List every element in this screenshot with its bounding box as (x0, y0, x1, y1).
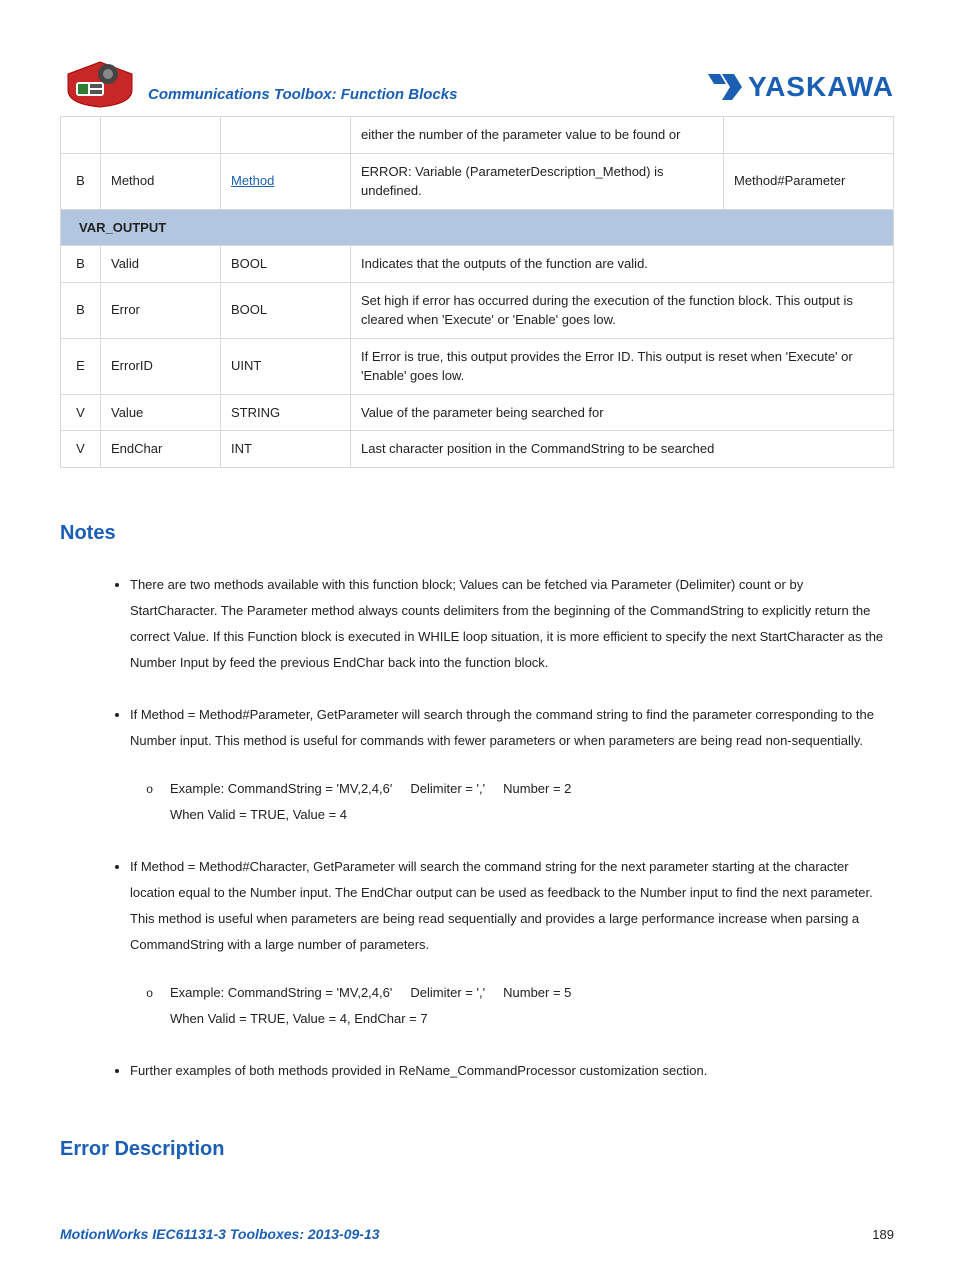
cell-type: BOOL (221, 246, 351, 283)
table-row: EErrorIDUINTIf Error is true, this outpu… (61, 338, 894, 394)
cell-desc: If Error is true, this output provides t… (351, 338, 894, 394)
cell-desc: Last character position in the CommandSt… (351, 431, 894, 468)
cell-default: Method#Parameter (724, 153, 894, 209)
page-footer: MotionWorks IEC61131-3 Toolboxes: 2013-0… (60, 1224, 894, 1245)
brand-logo: YASKAWA (708, 66, 894, 108)
cell-scope: B (61, 246, 101, 283)
cell-name (101, 117, 221, 154)
cell-type: Method (221, 153, 351, 209)
cell-type: INT (221, 431, 351, 468)
footer-title: MotionWorks IEC61131-3 Toolboxes: 2013-0… (60, 1224, 380, 1245)
note-text: If Method = Method#Parameter, GetParamet… (130, 707, 874, 748)
note-text: There are two methods available with thi… (130, 577, 883, 670)
table-section-header: VAR_OUTPUT (61, 209, 894, 246)
cell-scope (61, 117, 101, 154)
cell-type: STRING (221, 394, 351, 431)
list-item: If Method = Method#Parameter, GetParamet… (130, 702, 884, 828)
cell-scope: V (61, 394, 101, 431)
cell-desc: Set high if error has occurred during th… (351, 282, 894, 338)
cell-name: ErrorID (101, 338, 221, 394)
cell-name: EndChar (101, 431, 221, 468)
brand-text: YASKAWA (748, 66, 894, 108)
type-link[interactable]: Method (231, 173, 274, 188)
cell-desc: either the number of the parameter value… (351, 117, 724, 154)
cell-default (724, 117, 894, 154)
table-row: BErrorBOOLSet high if error has occurred… (61, 282, 894, 338)
cell-scope: E (61, 338, 101, 394)
cell-scope: B (61, 153, 101, 209)
cell-type: UINT (221, 338, 351, 394)
list-item: There are two methods available with thi… (130, 572, 884, 676)
notes-list: There are two methods available with thi… (60, 572, 894, 1084)
error-description-heading: Error Description (60, 1134, 894, 1164)
note-text: If Method = Method#Character, GetParamet… (130, 859, 873, 952)
product-logo-icon (60, 60, 140, 108)
sub-list-item: Example: CommandString = 'MV,2,4,6' Deli… (170, 776, 884, 828)
notes-heading: Notes (60, 518, 894, 548)
list-item: Further examples of both methods provide… (130, 1058, 884, 1084)
cell-name: Value (101, 394, 221, 431)
table-row: BValidBOOLIndicates that the outputs of … (61, 246, 894, 283)
cell-desc: Value of the parameter being searched fo… (351, 394, 894, 431)
sub-list: Example: CommandString = 'MV,2,4,6' Deli… (130, 980, 884, 1032)
brand-mark-icon (708, 74, 742, 100)
table-row: VValueSTRINGValue of the parameter being… (61, 394, 894, 431)
header-title: Communications Toolbox: Function Blocks (148, 84, 457, 109)
cell-name: Valid (101, 246, 221, 283)
header-left: Communications Toolbox: Function Blocks (60, 60, 457, 108)
cell-scope: B (61, 282, 101, 338)
cell-name: Method (101, 153, 221, 209)
sub-list-item: Example: CommandString = 'MV,2,4,6' Deli… (170, 980, 884, 1032)
section-label: VAR_OUTPUT (61, 209, 894, 246)
table-row: BMethodMethodERROR: Variable (ParameterD… (61, 153, 894, 209)
note-text: Further examples of both methods provide… (130, 1063, 707, 1078)
cell-type (221, 117, 351, 154)
list-item: If Method = Method#Character, GetParamet… (130, 854, 884, 1032)
cell-scope: V (61, 431, 101, 468)
page-number: 189 (872, 1225, 894, 1245)
table-row: VEndCharINTLast character position in th… (61, 431, 894, 468)
table-row: either the number of the parameter value… (61, 117, 894, 154)
cell-type: BOOL (221, 282, 351, 338)
page-header: Communications Toolbox: Function Blocks … (60, 60, 894, 108)
cell-desc: ERROR: Variable (ParameterDescription_Me… (351, 153, 724, 209)
cell-desc: Indicates that the outputs of the functi… (351, 246, 894, 283)
sub-list: Example: CommandString = 'MV,2,4,6' Deli… (130, 776, 884, 828)
parameter-table: either the number of the parameter value… (60, 116, 894, 468)
cell-name: Error (101, 282, 221, 338)
